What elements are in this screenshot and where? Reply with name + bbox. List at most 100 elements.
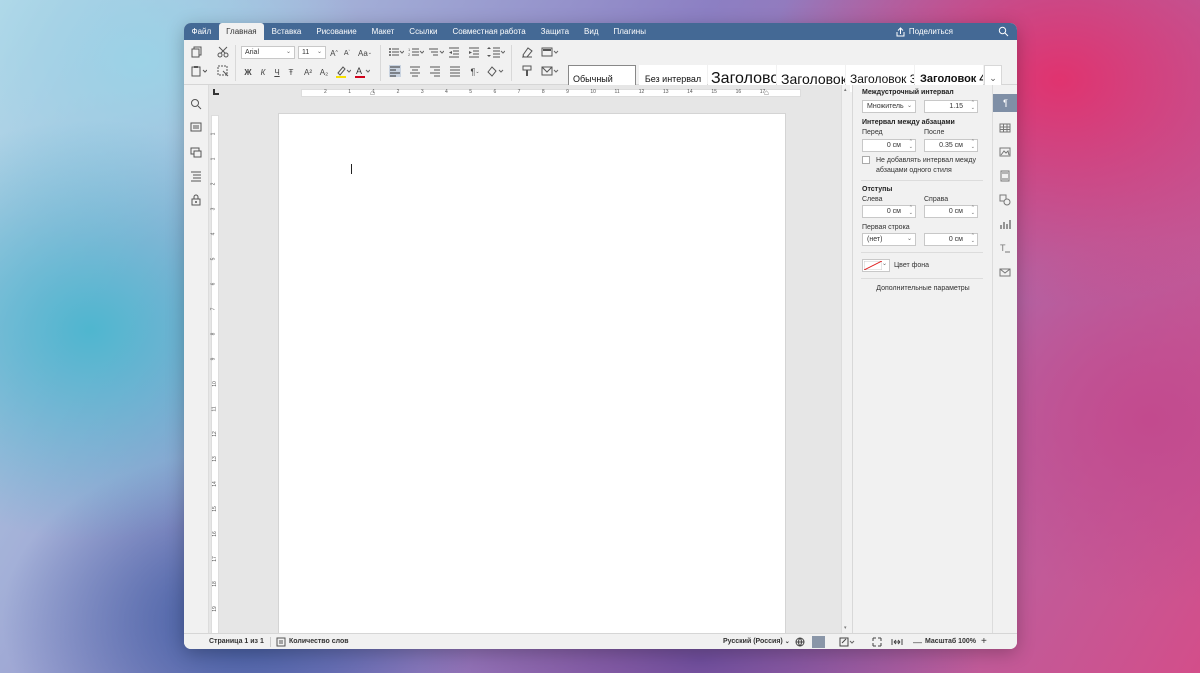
image-settings-icon[interactable] xyxy=(999,146,1011,158)
shrink-font-button[interactable]: Aˇ xyxy=(342,46,352,60)
paragraph-settings-tab[interactable]: ¶ xyxy=(993,94,1017,112)
menu-tab-8[interactable]: Вид xyxy=(577,23,606,40)
spellcheck-icon[interactable] xyxy=(812,636,825,648)
spinner-icon[interactable]: ⌃ ⌄ xyxy=(971,234,975,244)
menu-tab-1[interactable]: Главная xyxy=(218,23,265,40)
align-justify-icon[interactable] xyxy=(449,65,461,77)
share-button[interactable]: Поделиться xyxy=(896,23,953,40)
navigation-icon[interactable] xyxy=(190,170,202,182)
menu-tab-7[interactable]: Защита xyxy=(533,23,576,40)
align-center-icon[interactable] xyxy=(409,65,421,77)
tab-stop-selector[interactable] xyxy=(213,89,219,95)
align-right-icon[interactable] xyxy=(429,65,441,77)
clear-format-icon[interactable] xyxy=(521,46,533,58)
no-spacing-checkbox[interactable] xyxy=(862,156,870,164)
background-color-picker[interactable]: ⌄ xyxy=(862,259,890,272)
subscript-button[interactable]: A₂ xyxy=(318,65,330,79)
scroll-up-icon[interactable]: ▴ xyxy=(844,87,847,93)
header-footer-icon[interactable] xyxy=(999,170,1011,182)
line-spacing-type-select[interactable]: Множитель ⌄ xyxy=(862,100,916,113)
language-select[interactable]: Русский (Россия) ⌄ xyxy=(723,634,790,649)
menu-tab-4[interactable]: Макет xyxy=(364,23,402,40)
mail-merge-icon[interactable] xyxy=(541,65,559,77)
table-settings-icon[interactable] xyxy=(999,122,1011,134)
vertical-scrollbar[interactable]: ▴ ▾ xyxy=(841,85,850,633)
line-spacing-value-input[interactable]: 1.15 ⌃ ⌄ xyxy=(924,100,978,113)
paragraph-mark-icon: ¶ xyxy=(1003,98,1008,108)
chat-icon[interactable] xyxy=(190,146,202,158)
italic-button[interactable]: К xyxy=(258,65,268,79)
fit-page-icon[interactable] xyxy=(872,637,882,647)
strikethrough-button[interactable]: Ŧ xyxy=(286,65,296,79)
fit-width-icon[interactable] xyxy=(891,637,903,647)
decrease-indent-icon[interactable] xyxy=(448,46,460,58)
search-icon[interactable] xyxy=(998,26,1009,37)
menu-tab-0[interactable]: Файл xyxy=(184,23,219,40)
copy-icon[interactable] xyxy=(191,46,203,58)
align-left-icon[interactable] xyxy=(389,65,401,77)
menu-tab-5[interactable]: Ссылки xyxy=(402,23,445,40)
zoom-out-button[interactable]: — xyxy=(913,634,922,649)
document-page[interactable] xyxy=(278,113,786,643)
font-color-icon[interactable]: A xyxy=(354,65,370,78)
menu-tab-9[interactable]: Плагины xyxy=(606,23,653,40)
scroll-down-icon[interactable]: ▾ xyxy=(844,625,847,631)
cut-icon[interactable] xyxy=(217,46,229,58)
right-indent-input[interactable]: 0 см ⌃ ⌄ xyxy=(924,205,978,218)
lock-icon[interactable] xyxy=(190,194,202,206)
chevron-down-icon: ⌄ xyxy=(285,49,291,55)
underline-button[interactable]: Ч xyxy=(272,65,282,79)
shading-icon[interactable] xyxy=(486,65,504,77)
ruler-mark: 10 xyxy=(590,89,596,95)
color-scheme-icon[interactable] xyxy=(541,46,559,58)
left-indent-marker[interactable]: ⌂ xyxy=(370,88,375,97)
spinner-icon[interactable]: ⌃ ⌄ xyxy=(909,206,913,216)
menu-tab-6[interactable]: Совместная работа xyxy=(445,23,533,40)
numbered-list-icon[interactable]: 12 xyxy=(408,46,424,58)
spacing-before-input[interactable]: 0 см ⌃ ⌄ xyxy=(862,139,916,152)
zoom-level[interactable]: Масштаб 100% xyxy=(925,634,976,649)
word-count-button[interactable]: Количество слов xyxy=(289,634,349,649)
spacing-after-input[interactable]: 0.35 см ⌃ ⌄ xyxy=(924,139,978,152)
highlight-icon[interactable] xyxy=(335,65,351,78)
select-all-icon[interactable] xyxy=(217,65,229,77)
grow-font-button[interactable]: A ^ xyxy=(329,46,339,60)
font-name-select[interactable]: Arial ⌄ xyxy=(241,46,295,59)
page-counter[interactable]: Страница 1 из 1 xyxy=(209,634,264,649)
spinner-icon[interactable]: ⌃ ⌄ xyxy=(909,140,913,150)
comments-icon[interactable] xyxy=(190,122,202,134)
advanced-settings-link[interactable]: Дополнительные параметры xyxy=(862,285,984,292)
menu-tab-2[interactable]: Вставка xyxy=(264,23,309,40)
search-icon[interactable] xyxy=(190,98,202,110)
bullet-list-icon[interactable] xyxy=(388,46,404,58)
left-indent-input[interactable]: 0 см ⌃ ⌄ xyxy=(862,205,916,218)
chart-settings-icon[interactable] xyxy=(999,218,1011,230)
superscript-button[interactable]: A² xyxy=(302,65,314,79)
right-indent-marker[interactable]: ⌂ xyxy=(764,88,769,97)
track-changes-icon[interactable] xyxy=(839,637,855,647)
line-spacing-title: Междустрочный интервал xyxy=(862,89,954,96)
ruler-mark: 11 xyxy=(614,89,620,95)
change-case-button[interactable]: Aa ⌄ xyxy=(356,46,374,60)
copy-style-icon[interactable] xyxy=(521,65,533,77)
first-line-type-select[interactable]: (нет) ⌄ xyxy=(862,233,916,246)
spinner-icon[interactable]: ⌃ ⌄ xyxy=(971,206,975,216)
mail-settings-icon[interactable] xyxy=(999,266,1011,278)
line-spacing-icon[interactable] xyxy=(487,46,505,58)
first-line-value-input[interactable]: 0 см ⌃ ⌄ xyxy=(924,233,978,246)
text-art-icon[interactable]: T xyxy=(999,242,1011,254)
globe-icon[interactable] xyxy=(795,637,805,647)
horizontal-ruler[interactable]: 2 1 1 2 3 4 5 6 7 8 9 10 11 12 13 14 15 16 17 ⌂ ⌂ xyxy=(301,88,801,97)
paragraph-mark-button[interactable]: ¶ ⌄ xyxy=(468,65,482,79)
paste-icon[interactable] xyxy=(191,65,207,77)
font-size-select[interactable]: 11 ⌄ xyxy=(298,46,326,59)
shape-settings-icon[interactable] xyxy=(999,194,1011,206)
menu-tab-3[interactable]: Рисование xyxy=(309,23,364,40)
increase-indent-icon[interactable] xyxy=(468,46,480,58)
vertical-ruler[interactable]: 1 1 2 3 4 5 6 7 8 9 10 11 12 13 14 15 16 17 18 19 xyxy=(210,115,219,635)
spinner-icon[interactable]: ⌃ ⌄ xyxy=(971,140,975,150)
bold-button[interactable]: Ж xyxy=(243,65,253,79)
spinner-icon[interactable]: ⌃ ⌄ xyxy=(971,101,975,111)
multilevel-list-icon[interactable] xyxy=(428,46,444,58)
zoom-in-button[interactable]: + xyxy=(981,634,987,649)
